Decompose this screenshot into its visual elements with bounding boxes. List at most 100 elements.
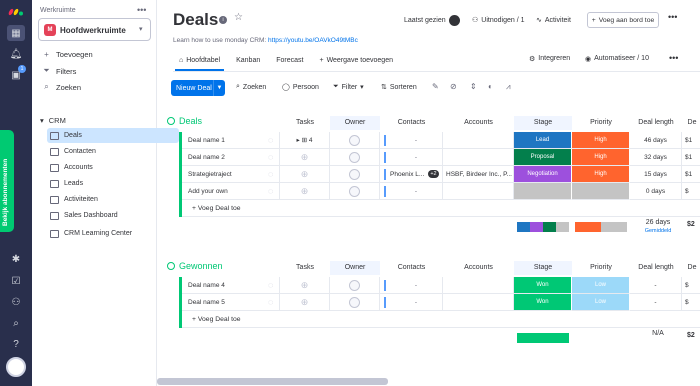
- priority-cell[interactable]: High: [572, 166, 630, 183]
- tasks-cell[interactable]: ⊕: [280, 149, 330, 166]
- chevron-down-icon[interactable]: [167, 117, 175, 125]
- add-subitem-icon[interactable]: ⊕: [301, 280, 309, 291]
- tasks-cell[interactable]: ⊕: [280, 183, 330, 200]
- horizontal-scrollbar[interactable]: [157, 378, 388, 385]
- name-cell[interactable]: Add your own ◌: [182, 183, 280, 200]
- add-subitem-icon[interactable]: ⊕: [301, 152, 309, 163]
- add-subitem-icon[interactable]: ⊕: [301, 297, 309, 308]
- more-icon[interactable]: •••: [137, 5, 146, 15]
- automate-button[interactable]: ◉ Automatiseer / 10: [585, 55, 649, 63]
- monday-logo[interactable]: [8, 6, 24, 16]
- row-height-icon[interactable]: ⇕: [470, 82, 477, 91]
- column-header[interactable]: De: [682, 261, 700, 275]
- person-icon[interactable]: [349, 185, 360, 197]
- stage-cell[interactable]: Lead: [514, 132, 572, 149]
- stage-cell[interactable]: Won: [514, 294, 572, 311]
- comment-icon[interactable]: ◌: [268, 297, 273, 307]
- stage-summary-bar[interactable]: [517, 222, 569, 232]
- name-cell[interactable]: Strategietraject ◌: [182, 166, 280, 183]
- help-icon[interactable]: ?: [7, 336, 25, 352]
- length-cell[interactable]: -: [630, 277, 682, 294]
- table-row[interactable]: Strategietraject ◌ ⊕ Phoenix L... +2 HSBF, Bi…: [182, 166, 700, 183]
- contacts-cell[interactable]: -: [380, 294, 443, 311]
- color-icon[interactable]: ◐: [488, 82, 493, 91]
- column-header[interactable]: Accounts: [443, 116, 514, 130]
- filters-button[interactable]: ⏷ Filters: [42, 66, 76, 76]
- length-cell[interactable]: 0 days: [630, 183, 682, 200]
- de-cell[interactable]: $: [682, 277, 700, 294]
- person-icon[interactable]: [349, 279, 360, 291]
- more-icon[interactable]: •••: [668, 12, 677, 22]
- owner-cell[interactable]: [330, 183, 380, 200]
- column-header[interactable]: Owner: [330, 261, 380, 275]
- stage-summary-bar[interactable]: [517, 333, 569, 343]
- de-cell[interactable]: $1: [682, 149, 700, 166]
- contacts-cell[interactable]: -: [380, 277, 443, 294]
- add-view-button[interactable]: + Weergave toevoegen: [311, 52, 401, 68]
- folder-crm[interactable]: ▾ CRM: [40, 116, 66, 125]
- bell-icon[interactable]: 🔔︎: [7, 46, 25, 62]
- contacts-cell[interactable]: -: [380, 149, 443, 166]
- column-header[interactable]: Accounts: [443, 261, 514, 275]
- workspace-selector[interactable]: M Hoofdwerkruimte ▾: [38, 18, 151, 41]
- invite-user-icon[interactable]: ⚇: [7, 294, 25, 310]
- subscribe-tab[interactable]: Bekijk abonnementen: [0, 130, 14, 232]
- tasks-cell[interactable]: ⊕: [280, 166, 330, 183]
- extra-count-badge[interactable]: +2: [428, 170, 439, 178]
- accounts-cell[interactable]: [443, 294, 514, 311]
- person-icon[interactable]: [349, 151, 360, 163]
- pin-icon[interactable]: ✎: [432, 82, 439, 91]
- column-header[interactable]: Deal length: [630, 116, 682, 130]
- add-button[interactable]: + Toevoegen: [42, 50, 93, 59]
- group-title[interactable]: Gewonnen: [167, 261, 223, 271]
- new-deal-button[interactable]: Nieuw Deal ▼: [171, 80, 225, 96]
- youtube-link[interactable]: https://youtu.be/OAVkO49tMBc: [268, 37, 358, 44]
- stage-cell[interactable]: Proposal: [514, 149, 572, 166]
- group-title[interactable]: Deals: [167, 116, 202, 126]
- person-icon[interactable]: [349, 296, 360, 308]
- chevron-down-icon[interactable]: ▼: [213, 80, 225, 96]
- owner-cell[interactable]: [330, 166, 380, 183]
- length-cell[interactable]: 32 days: [630, 149, 682, 166]
- person-icon[interactable]: [349, 134, 360, 146]
- add-subitem-icon[interactable]: ⊕: [301, 169, 309, 180]
- tasks-cell[interactable]: ⊕: [280, 294, 330, 311]
- accounts-cell[interactable]: [443, 183, 514, 200]
- last-seen-button[interactable]: Laatst gezien: [404, 12, 460, 28]
- table-row[interactable]: Deal name 2 ◌ ⊕ - Proposal High 32 days $1: [182, 149, 700, 166]
- length-cell[interactable]: -: [630, 294, 682, 311]
- name-cell[interactable]: Deal name 2 ◌: [182, 149, 280, 166]
- search-icon[interactable]: ⌕: [7, 315, 25, 331]
- length-cell[interactable]: 46 days: [630, 132, 682, 149]
- tasks-cell[interactable]: ⊕: [280, 277, 330, 294]
- filter-button[interactable]: ⏷ Filter ▾: [333, 83, 364, 91]
- table-row[interactable]: Deal name 4 ◌ ⊕ - Won Low - $: [182, 277, 700, 294]
- subitems-count[interactable]: ▸ ⊞ 4: [297, 136, 313, 144]
- add-deal-row[interactable]: + Voeg Deal toe: [182, 200, 700, 217]
- column-header[interactable]: Priority: [572, 116, 630, 130]
- priority-summary-bar[interactable]: [575, 222, 627, 232]
- column-header[interactable]: De: [682, 116, 700, 130]
- owner-cell[interactable]: [330, 294, 380, 311]
- chevron-down-icon[interactable]: [167, 262, 175, 270]
- hide-icon[interactable]: ⊘: [450, 82, 457, 91]
- column-header[interactable]: Priority: [572, 261, 630, 275]
- search-button[interactable]: ⌕ Zoeken: [42, 82, 81, 92]
- activity-button[interactable]: ∿ Activiteit: [536, 12, 571, 28]
- stage-cell[interactable]: Negotiation: [514, 166, 572, 183]
- column-header[interactable]: Tasks: [280, 116, 330, 130]
- star-icon[interactable]: ☆: [234, 12, 243, 23]
- name-cell[interactable]: Deal name 1 ◌: [182, 132, 280, 149]
- column-header[interactable]: Owner: [330, 116, 380, 130]
- column-header[interactable]: Contacts: [380, 116, 443, 130]
- comment-icon[interactable]: ◌: [268, 186, 273, 196]
- info-icon[interactable]: i: [219, 16, 227, 24]
- contacts-cell[interactable]: -: [380, 183, 443, 200]
- tab-hoofdtabel[interactable]: ⌂ Hoofdtabel: [171, 52, 228, 71]
- add-to-board-button[interactable]: + Voeg aan bord toe: [587, 12, 659, 28]
- tab-kanban[interactable]: Kanban: [228, 52, 268, 68]
- length-cell[interactable]: 15 days: [630, 166, 682, 183]
- owner-cell[interactable]: [330, 132, 380, 149]
- add-subitem-icon[interactable]: ⊕: [301, 186, 309, 197]
- person-icon[interactable]: [349, 168, 360, 180]
